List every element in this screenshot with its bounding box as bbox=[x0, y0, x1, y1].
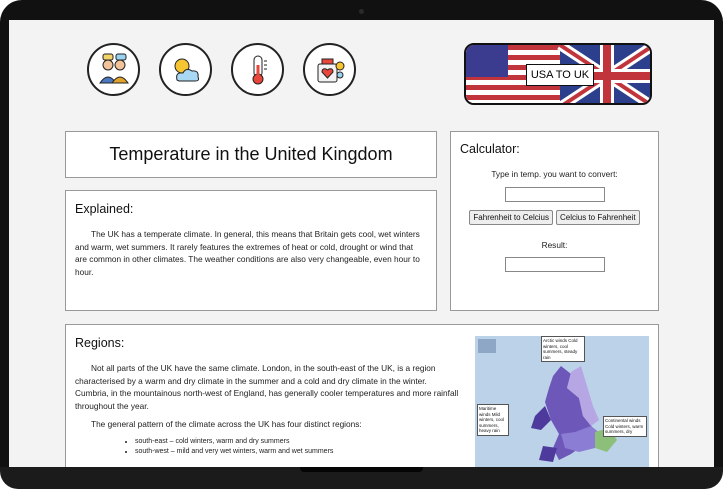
list-item: south-west – mild and very wet winters, … bbox=[135, 447, 460, 457]
health-kit-icon[interactable] bbox=[303, 43, 356, 96]
celsius-to-fahrenheit-button[interactable]: Celcius to Fahrenheit bbox=[556, 209, 640, 225]
uk-climate-map: Arctic winds Cold winters, cool summers,… bbox=[475, 336, 649, 467]
result-output[interactable] bbox=[504, 257, 605, 273]
laptop-notch bbox=[300, 467, 423, 472]
laptop-frame: USA TO UK Temperature in the United King… bbox=[0, 0, 723, 489]
thermometer-icon[interactable] bbox=[231, 43, 284, 96]
people-icon[interactable] bbox=[87, 43, 140, 96]
regions-text: Not all parts of the UK have the same cl… bbox=[75, 362, 460, 457]
regions-paragraph-1: Not all parts of the UK have the same cl… bbox=[75, 363, 459, 411]
list-item: south-east – cold winters, warm and dry … bbox=[135, 437, 460, 447]
flag-label: USA TO UK bbox=[526, 64, 594, 86]
calculator-panel: Calculator: Type in temp. you want to co… bbox=[450, 131, 659, 311]
convert-buttons: Fahrenheit to Celcius Celcius to Fahrenh… bbox=[460, 209, 649, 225]
temperature-input[interactable] bbox=[504, 186, 605, 202]
regions-paragraph-2: The general pattern of the climate acros… bbox=[91, 419, 362, 430]
camera-dot bbox=[359, 9, 364, 14]
result-label: Result: bbox=[541, 239, 568, 250]
page-title: Temperature in the United Kingdom bbox=[65, 131, 437, 178]
calculator-prompt: Type in temp. you want to convert: bbox=[491, 169, 618, 179]
map-label-maritime: Maritime winds Mild winters, cool summer… bbox=[477, 404, 509, 436]
regions-panel: Regions: Not all parts of the UK have th… bbox=[65, 324, 659, 467]
explained-panel: Explained: The UK has a temperate climat… bbox=[65, 190, 437, 311]
icon-nav bbox=[87, 43, 356, 96]
calculator-heading: Calculator: bbox=[460, 142, 520, 156]
explained-heading: Explained: bbox=[75, 202, 134, 216]
fahrenheit-to-celsius-button[interactable]: Fahrenheit to Celcius bbox=[469, 209, 553, 225]
weather-icon[interactable] bbox=[159, 43, 212, 96]
usa-to-uk-toggle[interactable]: USA TO UK bbox=[464, 43, 652, 105]
screen: USA TO UK Temperature in the United King… bbox=[9, 20, 714, 467]
map-label-continental: Continental winds Cold winters, warm sum… bbox=[603, 416, 647, 437]
map-label-arctic: Arctic winds Cold winters, cool summers,… bbox=[541, 336, 585, 362]
explained-text: The UK has a temperate climate. In gener… bbox=[75, 229, 420, 277]
regions-list: south-east – cold winters, warm and dry … bbox=[135, 437, 460, 457]
